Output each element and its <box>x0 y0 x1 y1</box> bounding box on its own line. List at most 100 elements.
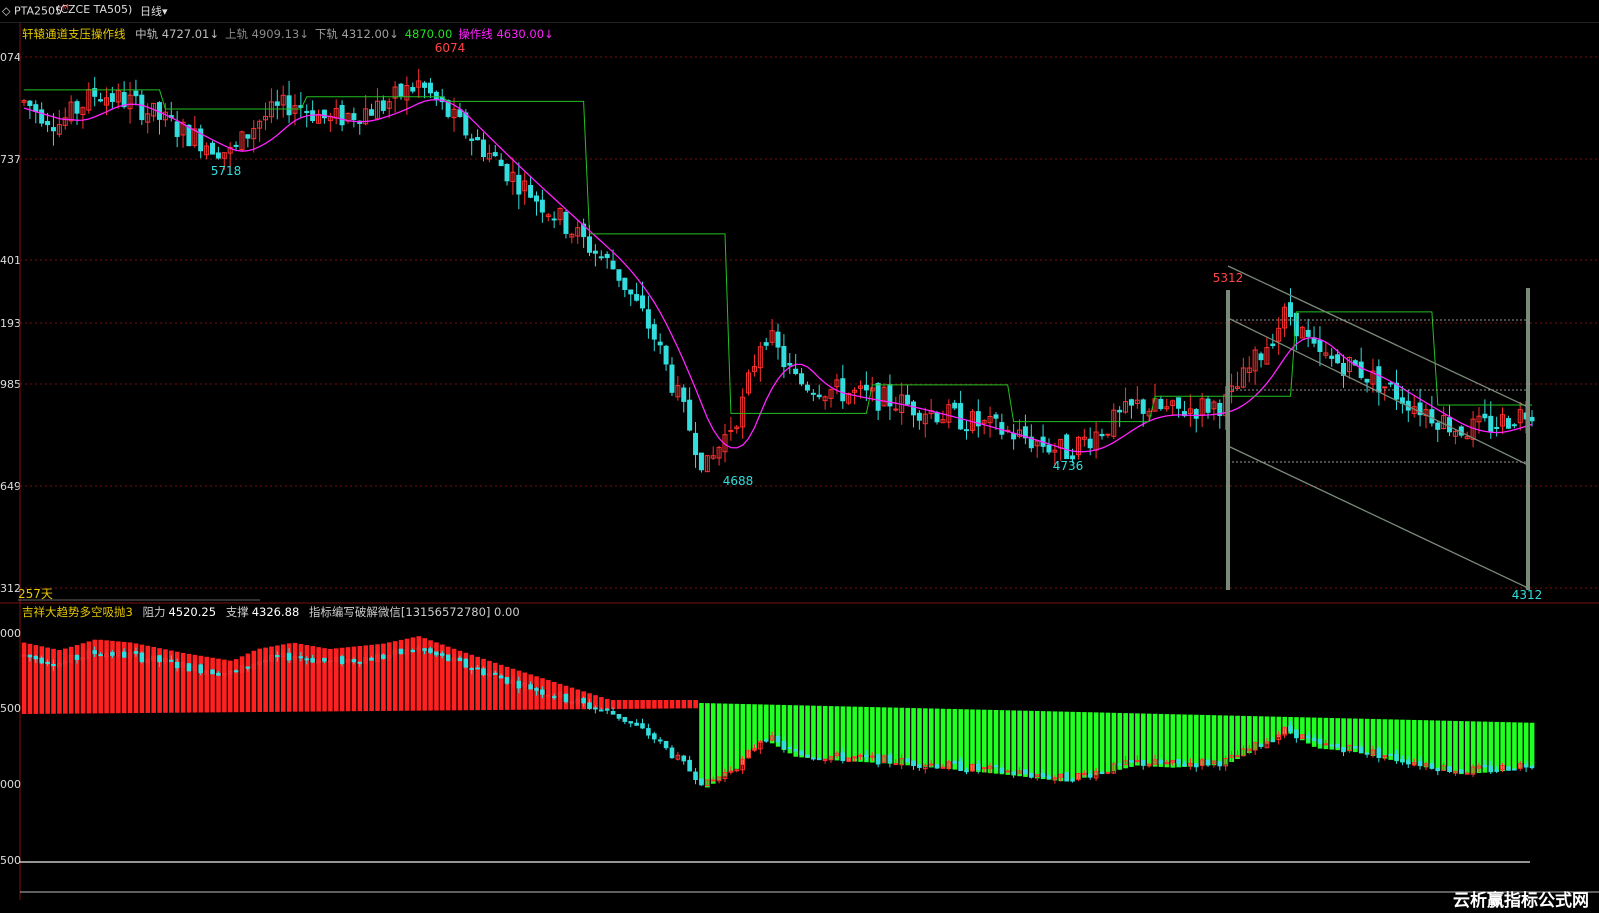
sub-candle-body <box>410 649 416 653</box>
price-label: 4736 <box>1053 459 1084 473</box>
sub-candle-body <box>1005 770 1011 773</box>
sub-candle-body <box>1529 765 1535 769</box>
bear-bar <box>1529 722 1535 767</box>
sub-candle-body <box>1270 740 1276 743</box>
sub-candle-body <box>1388 753 1393 756</box>
sub-candle-body <box>887 754 893 763</box>
sub-candle-body <box>1358 746 1364 753</box>
candle-body <box>139 94 145 121</box>
sub-indicator-name[interactable]: 吉祥大趋势多空吸抛3 <box>22 605 133 619</box>
bull-bar <box>487 660 492 711</box>
sub-candle-body <box>310 658 315 663</box>
sub-candle-body <box>1294 729 1299 739</box>
sub-y-tick-label: 000 <box>0 627 21 640</box>
bull-bar <box>604 698 610 710</box>
bear-bar <box>1453 720 1458 774</box>
candle-body <box>1205 398 1211 413</box>
sub-candle-body <box>763 739 769 742</box>
bear-bar <box>1512 722 1517 770</box>
days-label: 257天 <box>18 587 53 601</box>
candle-body <box>698 452 704 471</box>
bear-bar <box>699 703 704 784</box>
candle-body <box>1511 424 1517 427</box>
sub-candle-body <box>322 657 327 662</box>
bear-bar <box>1129 713 1134 767</box>
bear-bar <box>1506 722 1511 771</box>
candle-body <box>793 368 799 375</box>
sub-candle-body <box>1082 772 1087 775</box>
sub-candle-body <box>481 668 486 676</box>
bear-bar <box>1011 710 1017 776</box>
sub-candle-body <box>1176 759 1181 764</box>
sub-candle-body <box>1335 743 1340 748</box>
sub-candle-body <box>233 670 239 673</box>
candle-body <box>1494 426 1500 429</box>
sub-candle-body <box>428 648 433 653</box>
sub-candle-body <box>864 754 869 758</box>
sub-candle-body <box>463 658 469 668</box>
candle-body <box>233 144 239 147</box>
bear-bar <box>1141 713 1146 766</box>
candle-body <box>905 394 911 405</box>
candle-body <box>528 184 534 198</box>
main-indicator-name[interactable]: 轩辕通道支压操作线 <box>22 27 126 41</box>
sub-candle-body <box>1087 773 1093 778</box>
sub-candle-body <box>1417 760 1423 766</box>
sub-candle-body <box>622 716 628 722</box>
bear-bar <box>1382 719 1388 759</box>
bull-bar <box>204 656 210 713</box>
candle-body <box>645 309 651 329</box>
sub-candle-body <box>21 654 27 657</box>
sub-candle-body <box>728 770 734 773</box>
sub-candle-body <box>663 740 669 749</box>
candle-body <box>1117 409 1123 413</box>
bear-bar <box>1205 715 1211 766</box>
candle-body <box>893 408 899 411</box>
bear-bar <box>740 703 746 765</box>
candle-body <box>804 384 810 391</box>
symbol-code: PTA2505 <box>13 4 62 18</box>
legend-item-0: 中轨 4727.01↓ <box>135 27 220 41</box>
sub-candle-body <box>1323 743 1329 746</box>
bull-bar <box>387 642 392 711</box>
bull-bar <box>646 700 651 709</box>
candle-body <box>781 346 787 368</box>
bull-bar <box>675 700 681 709</box>
candle-body <box>993 414 999 419</box>
candle-body <box>286 95 292 116</box>
sub-candle-body <box>669 747 675 759</box>
bull-bar <box>652 700 657 709</box>
sub-candle-body <box>693 771 698 781</box>
bull-bar <box>504 666 510 710</box>
candle-body <box>475 137 481 141</box>
candle-body <box>964 429 969 432</box>
candle-body <box>398 83 404 98</box>
sub-y-tick-label: 000 <box>0 778 21 791</box>
candle-body <box>1317 339 1323 352</box>
candle-body <box>492 152 498 157</box>
sub-candle-body <box>1023 769 1028 775</box>
candle-body <box>1335 354 1341 364</box>
candle-body <box>1158 398 1164 410</box>
sub-candle-body <box>687 759 692 772</box>
sub-candle-body <box>216 672 221 676</box>
bear-bar <box>1170 714 1176 768</box>
bull-bar <box>663 700 669 709</box>
candle-body <box>1388 382 1394 385</box>
sub-y-tick-label: 500 <box>0 702 21 715</box>
bull-bar <box>239 656 245 713</box>
sub-candle-body <box>1052 777 1058 780</box>
sub-candle-body <box>1506 766 1511 771</box>
sub-candle-body <box>1182 763 1187 767</box>
sub-candle-body <box>445 654 451 662</box>
bear-bar <box>1435 720 1441 770</box>
candle-body <box>681 387 687 402</box>
period-selector[interactable]: 日线▾ <box>140 3 168 19</box>
sub-candle-body <box>210 669 215 675</box>
candle-body <box>422 82 428 88</box>
price-label: 4312 <box>1512 588 1543 602</box>
candle-body <box>604 253 610 259</box>
bull-bar <box>569 687 575 710</box>
chevron-down-icon: ▾ <box>162 5 168 18</box>
candle-body <box>339 104 345 126</box>
